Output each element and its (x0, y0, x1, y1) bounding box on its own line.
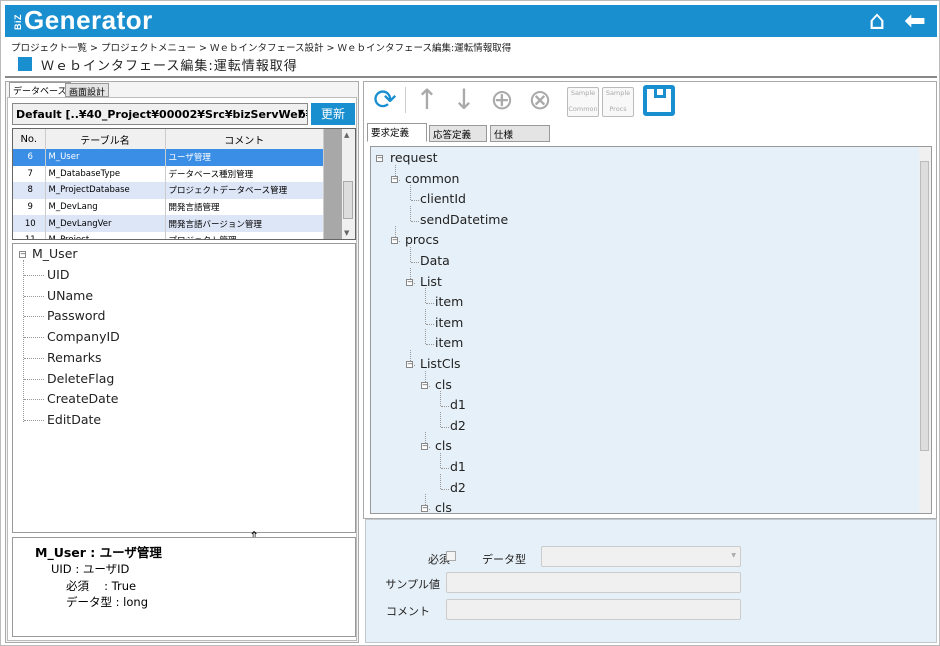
tree-node[interactable]: item (435, 294, 463, 309)
arrow-up-icon[interactable]: ↑ (412, 85, 442, 115)
scroll-thumb[interactable] (343, 181, 353, 219)
sample-label: サンプル値 (385, 578, 440, 591)
tree-scrollbar[interactable] (919, 147, 931, 513)
table-grid: No. テーブル名 コメント 6 M_User ユーザ管理 7 M_DatabaseTyp… (12, 128, 356, 240)
comment-label: コメント (386, 605, 430, 618)
sample-common-button[interactable]: Sample Common (567, 87, 599, 117)
x-circle-icon[interactable]: ⊗ (525, 85, 555, 115)
collapse-toggle-icon[interactable]: − (421, 381, 428, 389)
required-checkbox[interactable] (446, 551, 456, 561)
plus-circle-icon[interactable]: ⊕ (487, 85, 517, 115)
save-icon[interactable] (643, 85, 675, 116)
request-tree: − request − common clientId sendDatetime − proc… (370, 146, 932, 514)
datatype-select[interactable]: ▼ (541, 546, 741, 567)
tab-request[interactable]: 要求定義 (367, 123, 427, 142)
tree-node[interactable]: item (435, 335, 463, 350)
refresh-button[interactable]: 更新 (311, 103, 355, 125)
tree-node[interactable]: CompanyID (47, 329, 120, 344)
page-title: Ｗｅｂインタフェース編集:運転情報取得 (41, 59, 298, 74)
tree-node[interactable]: List (420, 274, 442, 289)
title-marker-icon (18, 57, 32, 71)
column-tree: − M_User UID UName Password CompanyID Remarks D… (12, 243, 356, 533)
chevron-down-icon: ▼ (731, 552, 736, 559)
app-header: BiZGenerator ⌂ ⬅ (5, 5, 937, 37)
tree-node[interactable]: item (435, 315, 463, 330)
tree-node[interactable]: EditDate (47, 412, 101, 427)
table-row[interactable]: 8 M_ProjectDatabase プロジェクトデータベース管理 (13, 182, 324, 199)
column-header-no[interactable]: No. (13, 129, 46, 149)
node-property-form: 必須 データ型 ▼ サンプル値 コメント (365, 519, 937, 643)
tree-node[interactable]: d2 (450, 418, 466, 433)
info-datatype: データ型 : long (66, 595, 149, 609)
tree-node[interactable]: Password (47, 308, 105, 323)
table-scrollbar[interactable]: ▲ ▼ (324, 129, 355, 239)
scroll-thumb[interactable] (920, 161, 929, 451)
datatype-label: データ型 (482, 553, 526, 566)
table-row[interactable]: 6 M_User ユーザ管理 (13, 149, 324, 166)
tab-screen-design[interactable]: 画面設計 (65, 83, 110, 98)
tree-node[interactable]: UID (47, 267, 69, 282)
tree-node[interactable]: request (390, 150, 438, 165)
tree-node[interactable]: clientId (420, 191, 466, 206)
column-header-comment[interactable]: コメント (165, 129, 324, 149)
collapse-toggle-icon[interactable]: − (376, 155, 383, 162)
home-icon[interactable]: ⌂ (863, 7, 891, 35)
collapse-toggle-icon[interactable]: − (421, 505, 428, 513)
tree-node[interactable]: Remarks (47, 350, 102, 365)
chevron-down-icon: ▼ (297, 108, 304, 117)
tree-node[interactable]: d1 (450, 397, 466, 412)
column-info: M_User : ユーザ管理 UID : ユーザID 必須 : True データ… (12, 537, 356, 637)
tree-node[interactable]: Data (420, 253, 450, 268)
tree-root[interactable]: M_User (32, 246, 78, 261)
tree-node[interactable]: sendDatetime (420, 212, 508, 227)
tree-node[interactable]: cls (435, 377, 452, 392)
required-label: 必須 (428, 553, 450, 566)
tree-node[interactable]: procs (405, 232, 439, 247)
tree-node[interactable]: cls (435, 438, 452, 453)
connection-select[interactable]: Default [..¥40_Project¥00002¥Src¥bizServ… (12, 103, 308, 125)
tab-database[interactable]: データベース (9, 82, 71, 98)
tab-spec[interactable]: 仕様 (490, 125, 550, 142)
tree-node[interactable]: CreateDate (47, 391, 118, 406)
logo: BiZGenerator (13, 5, 153, 35)
breadcrumb[interactable]: プロジェクト一覧 > プロジェクトメニュー > Ｗｅｂインタフェース設計 > Ｗ… (11, 40, 511, 54)
divider (5, 76, 937, 78)
collapse-toggle-icon[interactable]: − (421, 443, 428, 451)
info-required: 必須 : True (66, 579, 137, 593)
info-title: M_User : ユーザ管理 (35, 545, 162, 560)
tab-response[interactable]: 応答定義 (429, 125, 487, 142)
tree-node[interactable]: ListCls (420, 356, 461, 371)
info-field: UID : ユーザID (51, 562, 130, 576)
collapse-toggle-icon[interactable]: − (406, 361, 413, 368)
tree-node[interactable]: common (405, 171, 459, 186)
arrow-left-icon[interactable]: ⬅ (901, 7, 929, 35)
refresh-icon[interactable]: ⟳ (370, 85, 400, 115)
collapse-toggle-icon[interactable]: − (406, 278, 413, 286)
comment-input[interactable] (446, 599, 741, 620)
collapse-toggle-icon[interactable]: − (19, 251, 26, 258)
tree-node[interactable]: UName (47, 288, 93, 303)
sample-procs-button[interactable]: Sample Procs (602, 87, 634, 117)
tree-node[interactable]: cls (435, 500, 452, 513)
collapse-toggle-icon[interactable]: − (391, 175, 398, 183)
arrow-down-icon[interactable]: ↓ (449, 85, 479, 115)
table-row[interactable]: 9 M_DevLang 開発言語管理 (13, 198, 324, 216)
table-row[interactable]: 11M_Projectプロジェクト管理 (13, 231, 324, 239)
tree-node[interactable]: d2 (450, 480, 466, 495)
tree-node[interactable]: d1 (450, 459, 466, 474)
table-row[interactable]: 10 M_DevLangVer 開発言語バージョン管理 (13, 215, 324, 232)
collapse-toggle-icon[interactable]: − (391, 237, 398, 245)
column-header-table-name[interactable]: テーブル名 (45, 129, 166, 149)
tree-node[interactable]: DeleteFlag (47, 371, 114, 386)
table-row[interactable]: 7 M_DatabaseType データベース種別管理 (13, 165, 324, 183)
sample-input[interactable] (446, 572, 741, 593)
